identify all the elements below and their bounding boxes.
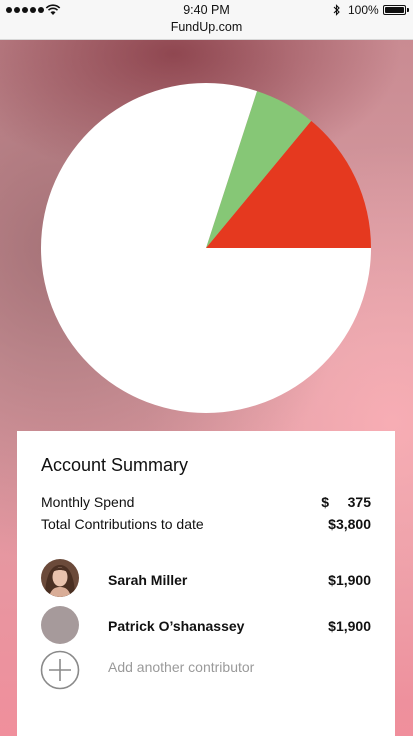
total-contributions-value: $3,800 xyxy=(328,516,371,532)
monthly-spend-label: Monthly Spend xyxy=(41,494,135,510)
contributor-name: Patrick O’shanassey xyxy=(108,618,245,634)
total-contributions-label: Total Contributions to date xyxy=(41,516,204,532)
address-url[interactable]: FundUp.com xyxy=(0,20,413,34)
add-contributor-link[interactable]: Add another contributor xyxy=(108,659,254,675)
contributor-amount: $1,900 xyxy=(328,572,371,588)
avatar-sarah-miller[interactable] xyxy=(41,559,79,597)
battery-icon xyxy=(383,5,409,15)
contribution-pie-chart xyxy=(41,83,371,414)
card-title: Account Summary xyxy=(41,455,189,475)
account-summary-card: Account Summary Monthly Spend $ 375 Tota… xyxy=(17,431,395,736)
avatar-patrick[interactable] xyxy=(41,606,79,644)
monthly-spend-currency: $ xyxy=(321,494,329,510)
bluetooth-icon xyxy=(333,4,340,16)
contributor-amount: $1,900 xyxy=(328,618,371,634)
contributor-name: Sarah Miller xyxy=(108,572,188,588)
status-bar: 9:40 PM 100% FundUp.com xyxy=(0,0,413,40)
plus-circle-icon[interactable] xyxy=(40,650,80,690)
battery-percent: 100% xyxy=(348,3,379,17)
monthly-spend-value: 375 xyxy=(347,494,371,510)
